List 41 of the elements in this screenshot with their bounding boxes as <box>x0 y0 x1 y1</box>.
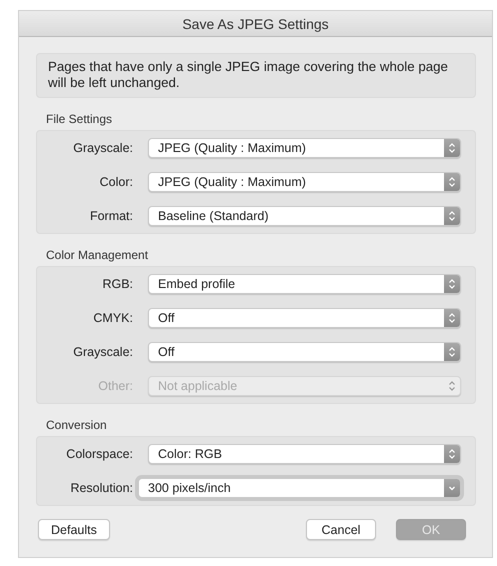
notice-text: Pages that have only a single JPEG image covering the whole page will be left unchanged. <box>36 53 476 98</box>
field-label: CMYK: <box>92 311 133 325</box>
section-title: Color Management <box>46 248 150 262</box>
up-down-arrows-icon <box>444 343 460 361</box>
selected-value: JPEG (Quality : Maximum) <box>157 175 306 189</box>
up-down-arrows-icon <box>444 309 460 327</box>
selected-value: 300 pixels/inch <box>147 481 231 495</box>
field-label: Format: <box>88 209 133 223</box>
selected-value: Off <box>157 311 174 325</box>
popup-menu[interactable]: Color: RGB <box>148 444 461 464</box>
up-down-arrows-icon <box>444 445 460 463</box>
selected-value: Off <box>157 345 174 359</box>
selected-value: JPEG (Quality : Maximum) <box>157 141 306 155</box>
field-label: RGB: <box>101 277 133 291</box>
chevron-down-icon <box>444 479 460 497</box>
combo-box[interactable]: 300 pixels/inch <box>138 478 461 498</box>
field-label: Colorspace: <box>65 447 133 461</box>
up-down-arrows-icon <box>444 139 460 157</box>
selected-value: Not applicable <box>157 379 238 393</box>
section-title: Conversion <box>46 418 108 432</box>
up-down-arrows-icon <box>444 207 460 225</box>
popup-menu[interactable]: Embed profile <box>148 274 461 294</box>
field-label: Resolution: <box>69 481 133 495</box>
selected-value: Baseline (Standard) <box>157 209 268 223</box>
window-title: Save As JPEG Settings <box>182 16 329 32</box>
field-label: Grayscale: <box>72 345 133 359</box>
selected-value: Color: RGB <box>157 447 222 461</box>
popup-menu[interactable]: Off <box>148 342 461 362</box>
dialog-button[interactable]: Defaults <box>38 519 110 540</box>
dialog-button[interactable]: Cancel <box>306 519 376 540</box>
field-label: Other: <box>97 379 133 393</box>
popup-menu[interactable]: JPEG (Quality : Maximum) <box>148 172 461 192</box>
popup-menu[interactable]: JPEG (Quality : Maximum) <box>148 138 461 158</box>
up-down-arrows-icon <box>444 275 460 293</box>
selected-value: Embed profile <box>157 277 236 291</box>
popup-menu[interactable]: Off <box>148 308 461 328</box>
popup-menu[interactable]: Baseline (Standard) <box>148 206 461 226</box>
section-title: File Settings <box>46 112 114 126</box>
up-down-arrows-icon <box>444 173 460 191</box>
field-label: Grayscale: <box>72 141 133 155</box>
field-label: Color: <box>98 175 133 189</box>
